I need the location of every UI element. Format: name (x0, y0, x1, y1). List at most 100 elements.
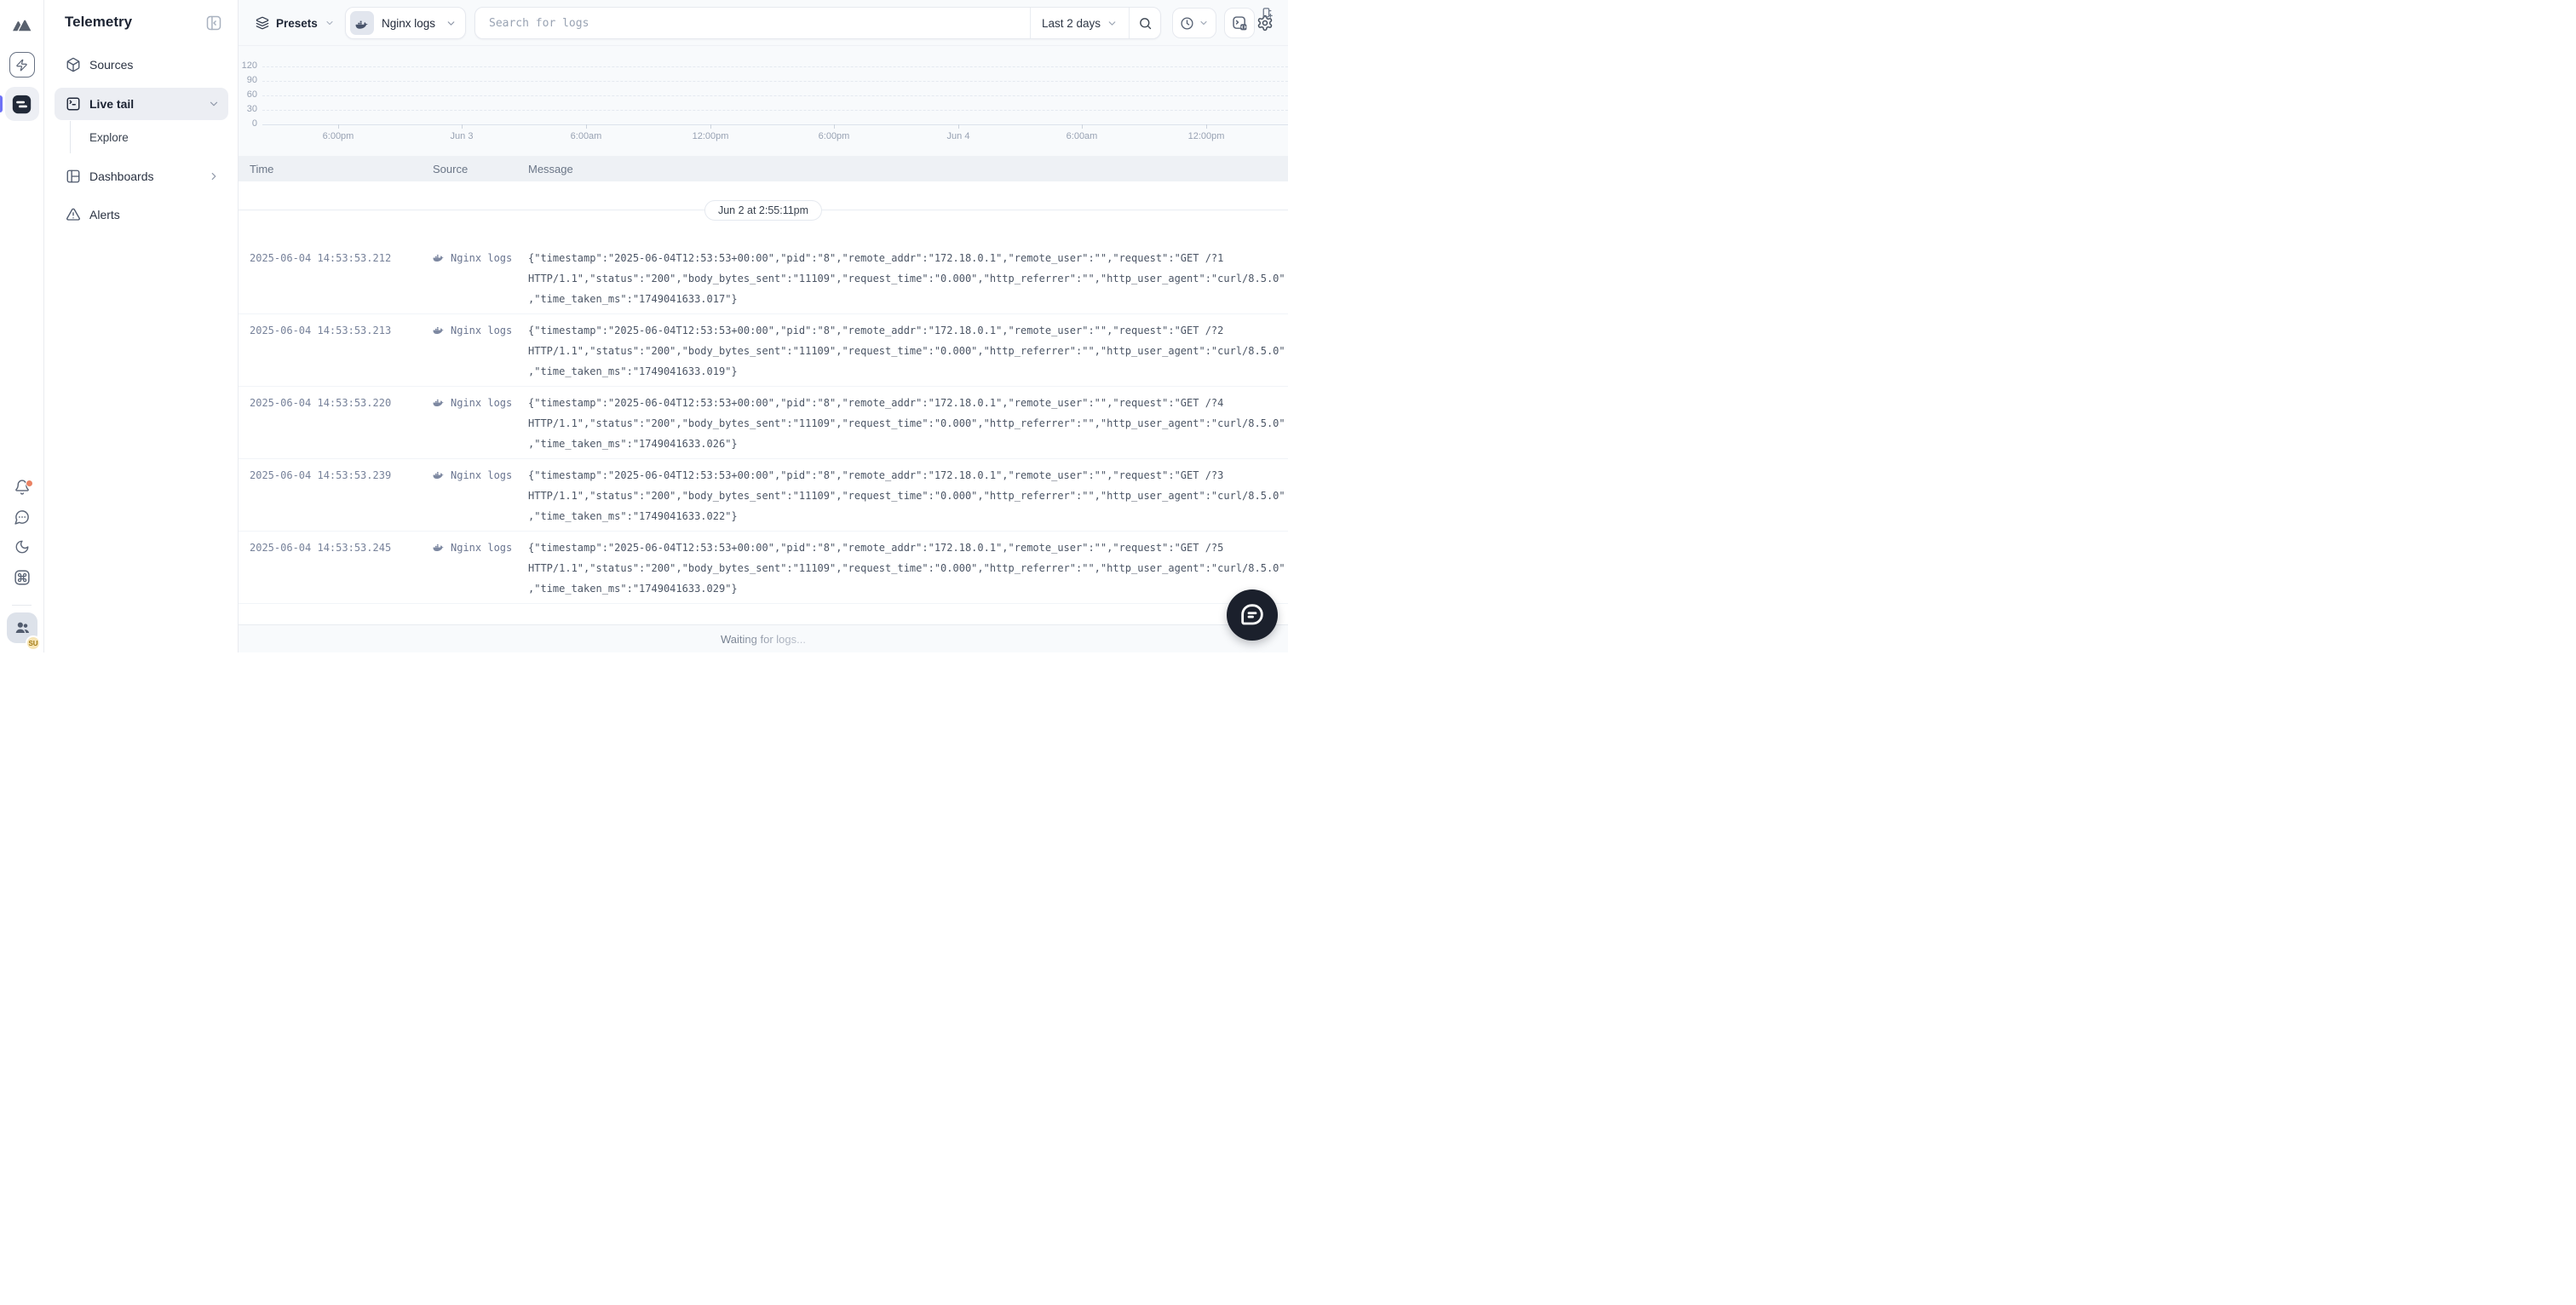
log-timestamp: 2025-06-04 14:53:53.213 (250, 325, 392, 336)
feedback-button[interactable] (14, 509, 30, 526)
gridline (262, 110, 1288, 111)
sidebar-item-livetail[interactable]: Live tail (55, 88, 228, 120)
log-source: Nginx logs (433, 393, 528, 458)
log-search-bar: Last 2 days (474, 7, 1161, 39)
log-source-label: Nginx logs (451, 542, 513, 554)
log-source: Nginx logs (433, 248, 528, 313)
panels-icon (66, 169, 81, 184)
log-source-label: Nginx logs (451, 397, 513, 409)
app-title: Telemetry (65, 14, 133, 30)
sidebar-item-dashboards[interactable]: Dashboards (55, 160, 228, 193)
x-axis-tick-label: 6:00pm (322, 131, 354, 141)
log-message: {"timestamp":"2025-06-04T12:53:53+00:00"… (528, 542, 1285, 595)
chevron-right-icon[interactable] (208, 170, 220, 182)
column-header-message[interactable]: Message (528, 163, 1288, 175)
log-timestamp: 2025-06-04 14:53:53.220 (250, 397, 392, 409)
search-input[interactable] (475, 8, 1030, 38)
time-range-selector[interactable]: Last 2 days (1030, 8, 1129, 38)
timezone-button[interactable] (1172, 8, 1216, 38)
query-console-button[interactable] (1224, 8, 1255, 38)
sidebar-item-alerts[interactable]: Alerts (55, 198, 228, 231)
docker-icon (433, 397, 445, 406)
x-axis-tick-label: Jun 3 (450, 131, 474, 141)
waiting-status-text: Waiting for logs... (721, 632, 806, 646)
log-source: Nginx logs (433, 320, 528, 386)
chevron-down-icon (446, 18, 457, 29)
log-row[interactable]: 2025-06-04 14:53:53.239 Nginx logs {"tim… (239, 459, 1288, 532)
alert-triangle-icon (66, 207, 81, 222)
log-source: Nginx logs (433, 538, 528, 603)
y-axis-tick-label: 0 (251, 118, 257, 129)
x-axis-tick-label: 12:00pm (692, 131, 729, 141)
log-table-header: Time Source Message (239, 156, 1288, 181)
rail-item-livetail[interactable] (4, 87, 39, 121)
zap-icon (16, 59, 27, 71)
collapse-sidebar-button[interactable] (205, 14, 222, 32)
log-message: {"timestamp":"2025-06-04T12:53:53+00:00"… (528, 252, 1285, 305)
run-search-button[interactable] (1129, 8, 1160, 38)
date-separator-row: Jun 2 at 2:55:11pm (239, 181, 1288, 242)
package-icon (66, 57, 81, 72)
docker-icon (350, 11, 374, 35)
log-rows: 2025-06-04 14:53:53.212 Nginx logs {"tim… (239, 242, 1288, 604)
x-axis-tickmark (1082, 124, 1083, 129)
chevron-down-icon (1199, 18, 1209, 28)
docker-icon (433, 325, 445, 334)
x-axis-tick-label: 12:00pm (1187, 131, 1225, 141)
y-axis-tick-label: 120 (241, 60, 257, 71)
log-row[interactable]: 2025-06-04 14:53:53.213 Nginx logs {"tim… (239, 314, 1288, 387)
log-source-label: Nginx logs (451, 469, 513, 481)
active-rail-indicator (0, 95, 3, 112)
support-chat-button[interactable] (1227, 589, 1278, 641)
sidebar-item-label: Sources (89, 58, 134, 72)
gridline (262, 95, 1288, 96)
x-axis-tickmark (710, 124, 711, 129)
sidebar-item-sources[interactable]: Sources (55, 49, 228, 81)
x-axis-tick-label: 6:00pm (818, 131, 850, 141)
command-icon (14, 570, 30, 585)
log-source: Nginx logs (433, 465, 528, 531)
column-header-time[interactable]: Time (250, 163, 433, 175)
x-axis-tickmark (586, 124, 587, 129)
terminal-code-icon (1232, 15, 1246, 30)
app-window: SU Telemetry Sources Live tail Explore D… (0, 0, 1288, 652)
shortcuts-button[interactable] (13, 569, 31, 587)
x-axis-tick-label: 6:00am (1066, 131, 1098, 141)
y-axis-tick-label: 60 (246, 89, 257, 100)
chevron-down-icon (1107, 18, 1118, 29)
column-header-source[interactable]: Source (433, 163, 528, 175)
log-timestamp: 2025-06-04 14:53:53.245 (250, 542, 392, 554)
brand-logo-icon[interactable] (11, 14, 33, 32)
x-axis-tickmark (462, 124, 463, 129)
panel-left-close-icon (206, 15, 221, 31)
topbar: Presets Nginx logs Search for logs Last … (239, 0, 1288, 45)
log-source-label: Nginx logs (451, 325, 513, 336)
x-axis-tickmark (1206, 124, 1207, 129)
log-row[interactable]: 2025-06-04 14:53:53.245 Nginx logs {"tim… (239, 532, 1288, 604)
add-column-icon (1262, 8, 1273, 18)
log-message: {"timestamp":"2025-06-04T12:53:53+00:00"… (528, 469, 1285, 522)
docker-icon (433, 252, 445, 262)
dark-mode-toggle[interactable] (14, 539, 30, 555)
x-axis-tickmark (338, 124, 339, 129)
log-row[interactable]: 2025-06-04 14:53:53.220 Nginx logs {"tim… (239, 387, 1288, 459)
sidebar-item-label: Alerts (89, 208, 120, 221)
sidebar: Telemetry Sources Live tail Explore Dash… (44, 0, 239, 652)
y-axis-tick-label: 30 (246, 104, 257, 114)
quick-actions-button[interactable] (9, 52, 35, 78)
log-timestamp: 2025-06-04 14:53:53.212 (250, 252, 392, 264)
log-row[interactable]: 2025-06-04 14:53:53.212 Nginx logs {"tim… (239, 242, 1288, 314)
chevron-down-icon[interactable] (208, 98, 220, 110)
date-separator-badge[interactable]: Jun 2 at 2:55:11pm (704, 200, 823, 221)
status-footer: Waiting for logs... (239, 624, 1288, 652)
sidebar-item-explore[interactable]: Explore (55, 121, 228, 153)
source-selector[interactable]: Nginx logs (345, 7, 466, 39)
log-volume-chart[interactable]: 120 90 60 30 0 6:00pm Jun 3 6:00am 12:00pm 6:00p… (239, 45, 1288, 156)
chat-bubble-icon (1241, 604, 1263, 625)
log-message: {"timestamp":"2025-06-04T12:53:53+00:00"… (528, 325, 1285, 377)
add-column-button[interactable] (1260, 6, 1274, 20)
search-icon (1139, 17, 1151, 29)
time-range-value: Last 2 days (1041, 16, 1101, 30)
presets-button[interactable]: Presets (250, 8, 340, 38)
sidebar-item-label: Dashboards (89, 170, 154, 183)
